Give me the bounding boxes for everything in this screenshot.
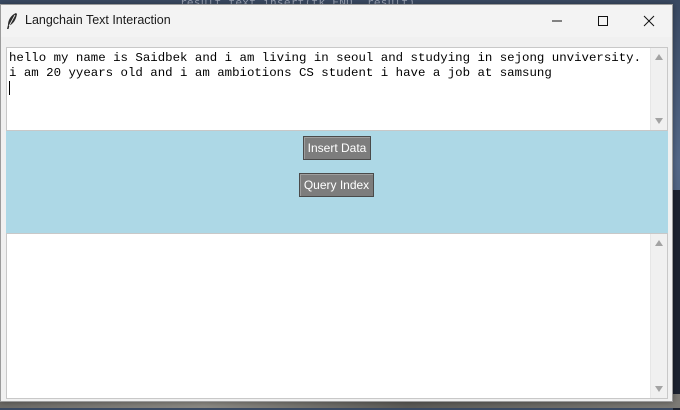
window-title: Langchain Text Interaction	[25, 13, 171, 27]
close-icon	[643, 12, 655, 31]
close-button[interactable]	[626, 5, 672, 37]
scroll-up-arrow-icon[interactable]	[655, 54, 663, 60]
maximize-button[interactable]	[580, 5, 626, 37]
title-bar[interactable]: Langchain Text Interaction	[1, 5, 672, 37]
minimize-button[interactable]	[534, 5, 580, 37]
scroll-down-arrow-icon[interactable]	[655, 386, 663, 392]
scroll-down-arrow-icon[interactable]	[655, 118, 663, 124]
input-textarea[interactable]: hello my name is Saidbek and i am living…	[6, 47, 668, 131]
input-text: hello my name is Saidbek and i am living…	[9, 51, 649, 96]
input-scrollbar[interactable]	[650, 48, 667, 130]
insert-data-button[interactable]: Insert Data	[303, 136, 371, 160]
background-window-edge	[673, 190, 680, 410]
button-panel: Insert Data Query Index	[6, 131, 668, 233]
text-caret	[9, 81, 10, 95]
scroll-up-arrow-icon[interactable]	[655, 240, 663, 246]
query-index-button[interactable]: Query Index	[299, 173, 374, 197]
minimize-icon	[551, 12, 563, 31]
feather-icon	[5, 12, 19, 30]
maximize-icon	[597, 12, 609, 31]
output-textarea[interactable]	[6, 233, 668, 399]
app-window: Langchain Text Interaction hello my name…	[0, 4, 673, 402]
output-scrollbar[interactable]	[650, 234, 667, 398]
